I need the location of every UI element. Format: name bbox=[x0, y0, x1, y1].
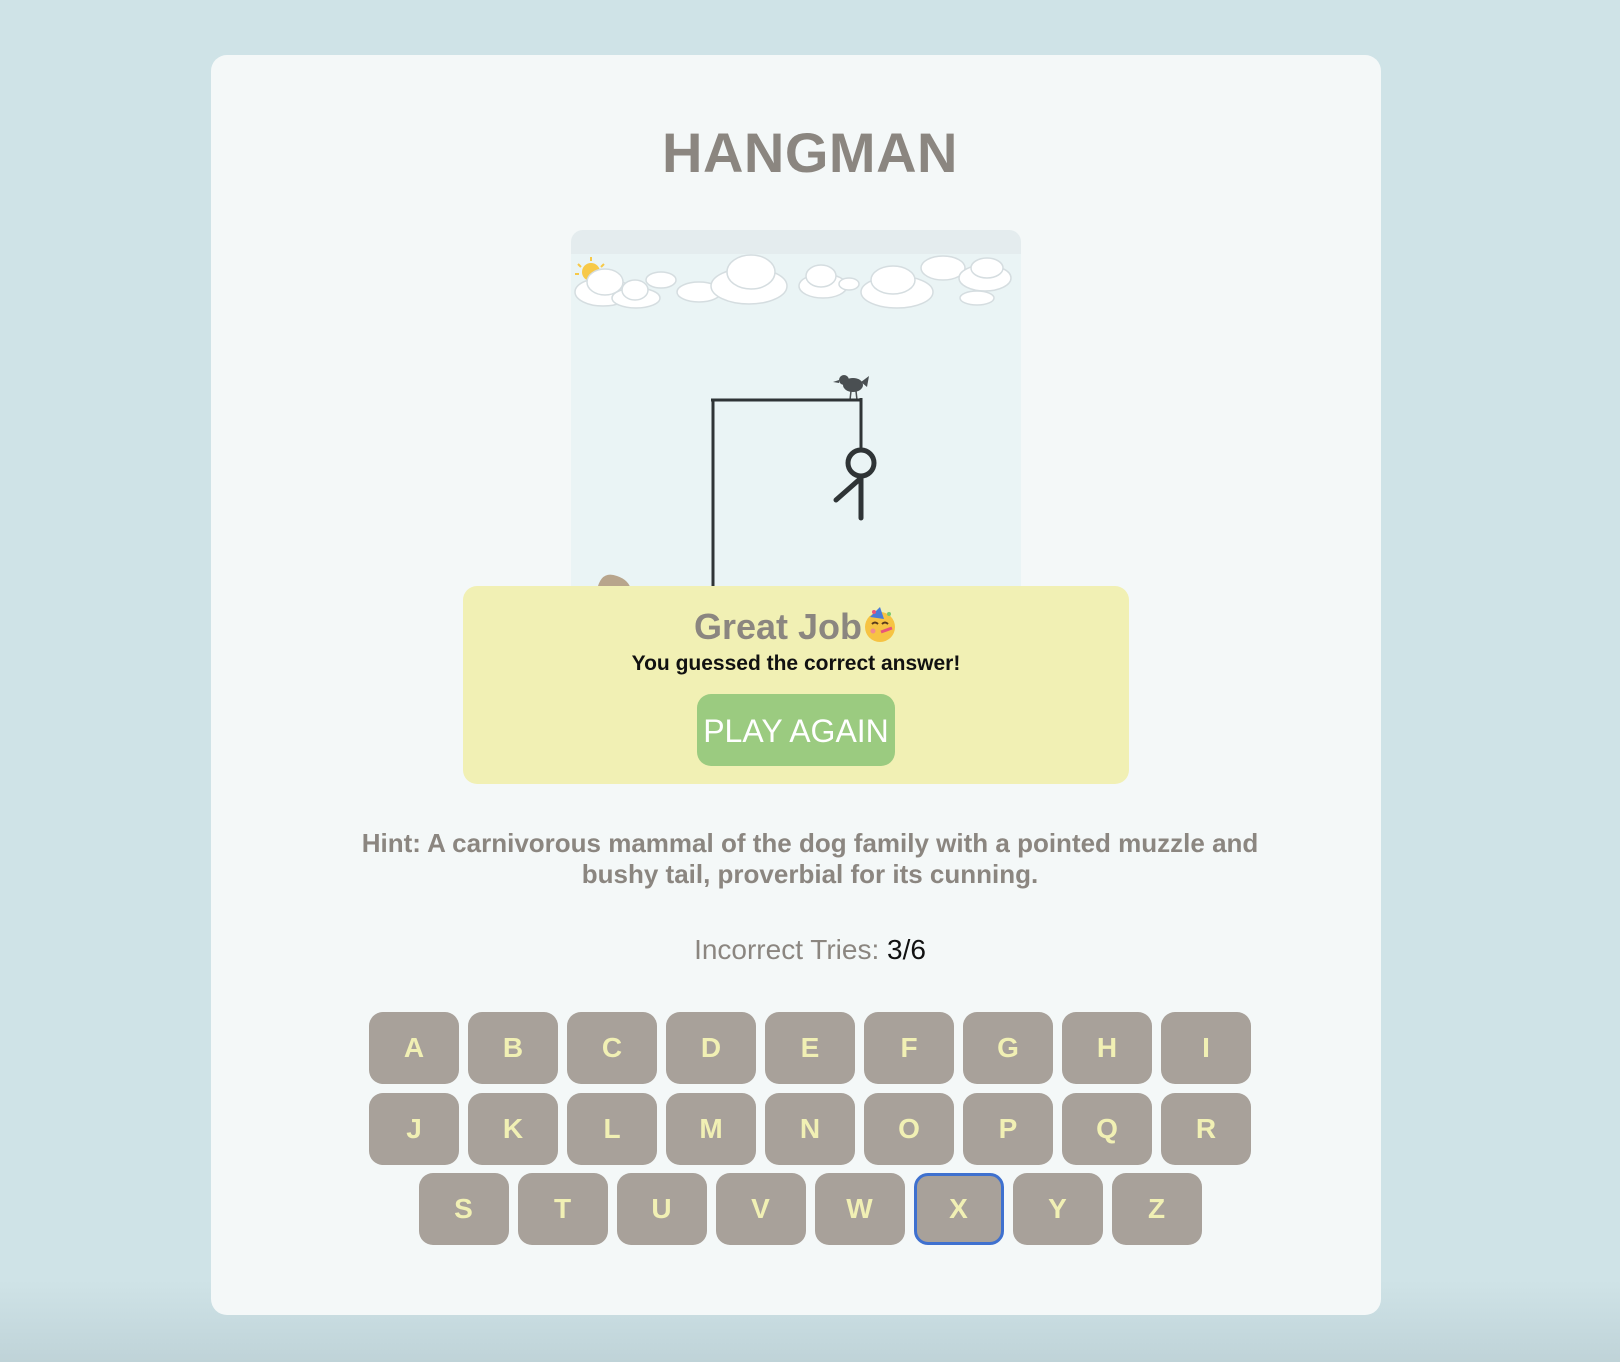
key-f[interactable]: F bbox=[864, 1012, 954, 1084]
key-u[interactable]: U bbox=[616, 1173, 707, 1245]
party-face-icon bbox=[865, 607, 896, 642]
play-again-button[interactable]: PLAY AGAIN bbox=[697, 694, 895, 766]
key-p[interactable]: P bbox=[963, 1093, 1053, 1165]
key-r[interactable]: R bbox=[1161, 1093, 1251, 1165]
bird-icon bbox=[833, 375, 869, 401]
dialog-message: You guessed the correct answer! bbox=[631, 652, 961, 675]
scene-drawing bbox=[574, 254, 1012, 590]
cloud-icon bbox=[574, 254, 1012, 309]
gallows-icon bbox=[711, 398, 863, 590]
key-w[interactable]: W bbox=[814, 1173, 905, 1245]
key-y[interactable]: Y bbox=[1012, 1173, 1103, 1245]
stick-figure-icon bbox=[833, 447, 877, 521]
key-x[interactable]: X bbox=[913, 1173, 1004, 1245]
dialog-title: Great Job bbox=[463, 606, 1129, 648]
success-dialog: Great Job You guessed the correct answer… bbox=[463, 586, 1129, 784]
key-n[interactable]: N bbox=[765, 1093, 855, 1165]
key-o[interactable]: O bbox=[864, 1093, 954, 1165]
key-e[interactable]: E bbox=[765, 1012, 855, 1084]
keyboard-row-2: J K L M N O P Q R bbox=[0, 1093, 1620, 1165]
key-b[interactable]: B bbox=[468, 1012, 558, 1084]
game-title: HANGMAN bbox=[662, 121, 958, 184]
key-j[interactable]: J bbox=[369, 1093, 459, 1165]
hint-text: Hint: A carnivorous mammal of the dog fa… bbox=[361, 828, 1259, 889]
key-i[interactable]: I bbox=[1161, 1012, 1251, 1084]
key-g[interactable]: G bbox=[963, 1012, 1053, 1084]
key-z[interactable]: Z bbox=[1111, 1173, 1202, 1245]
key-d[interactable]: D bbox=[666, 1012, 756, 1084]
key-h[interactable]: H bbox=[1062, 1012, 1152, 1084]
key-q[interactable]: Q bbox=[1062, 1093, 1152, 1165]
key-k[interactable]: K bbox=[468, 1093, 558, 1165]
tries-count: 3/6 bbox=[887, 934, 926, 965]
key-v[interactable]: V bbox=[715, 1173, 806, 1245]
tries-label: Incorrect Tries: bbox=[694, 934, 887, 965]
hangman-scene bbox=[571, 230, 1021, 590]
key-m[interactable]: M bbox=[666, 1093, 756, 1165]
incorrect-tries: Incorrect Tries: 3/6 bbox=[0, 934, 1620, 966]
keyboard-row-3: S T U V W X Y Z bbox=[0, 1173, 1620, 1245]
key-a[interactable]: A bbox=[369, 1012, 459, 1084]
key-l[interactable]: L bbox=[567, 1093, 657, 1165]
key-s[interactable]: S bbox=[418, 1173, 509, 1245]
keyboard-row-1: A B C D E F G H I bbox=[0, 1012, 1620, 1084]
key-t[interactable]: T bbox=[517, 1173, 608, 1245]
dialog-title-text: Great Job bbox=[693, 606, 863, 647]
key-c[interactable]: C bbox=[567, 1012, 657, 1084]
